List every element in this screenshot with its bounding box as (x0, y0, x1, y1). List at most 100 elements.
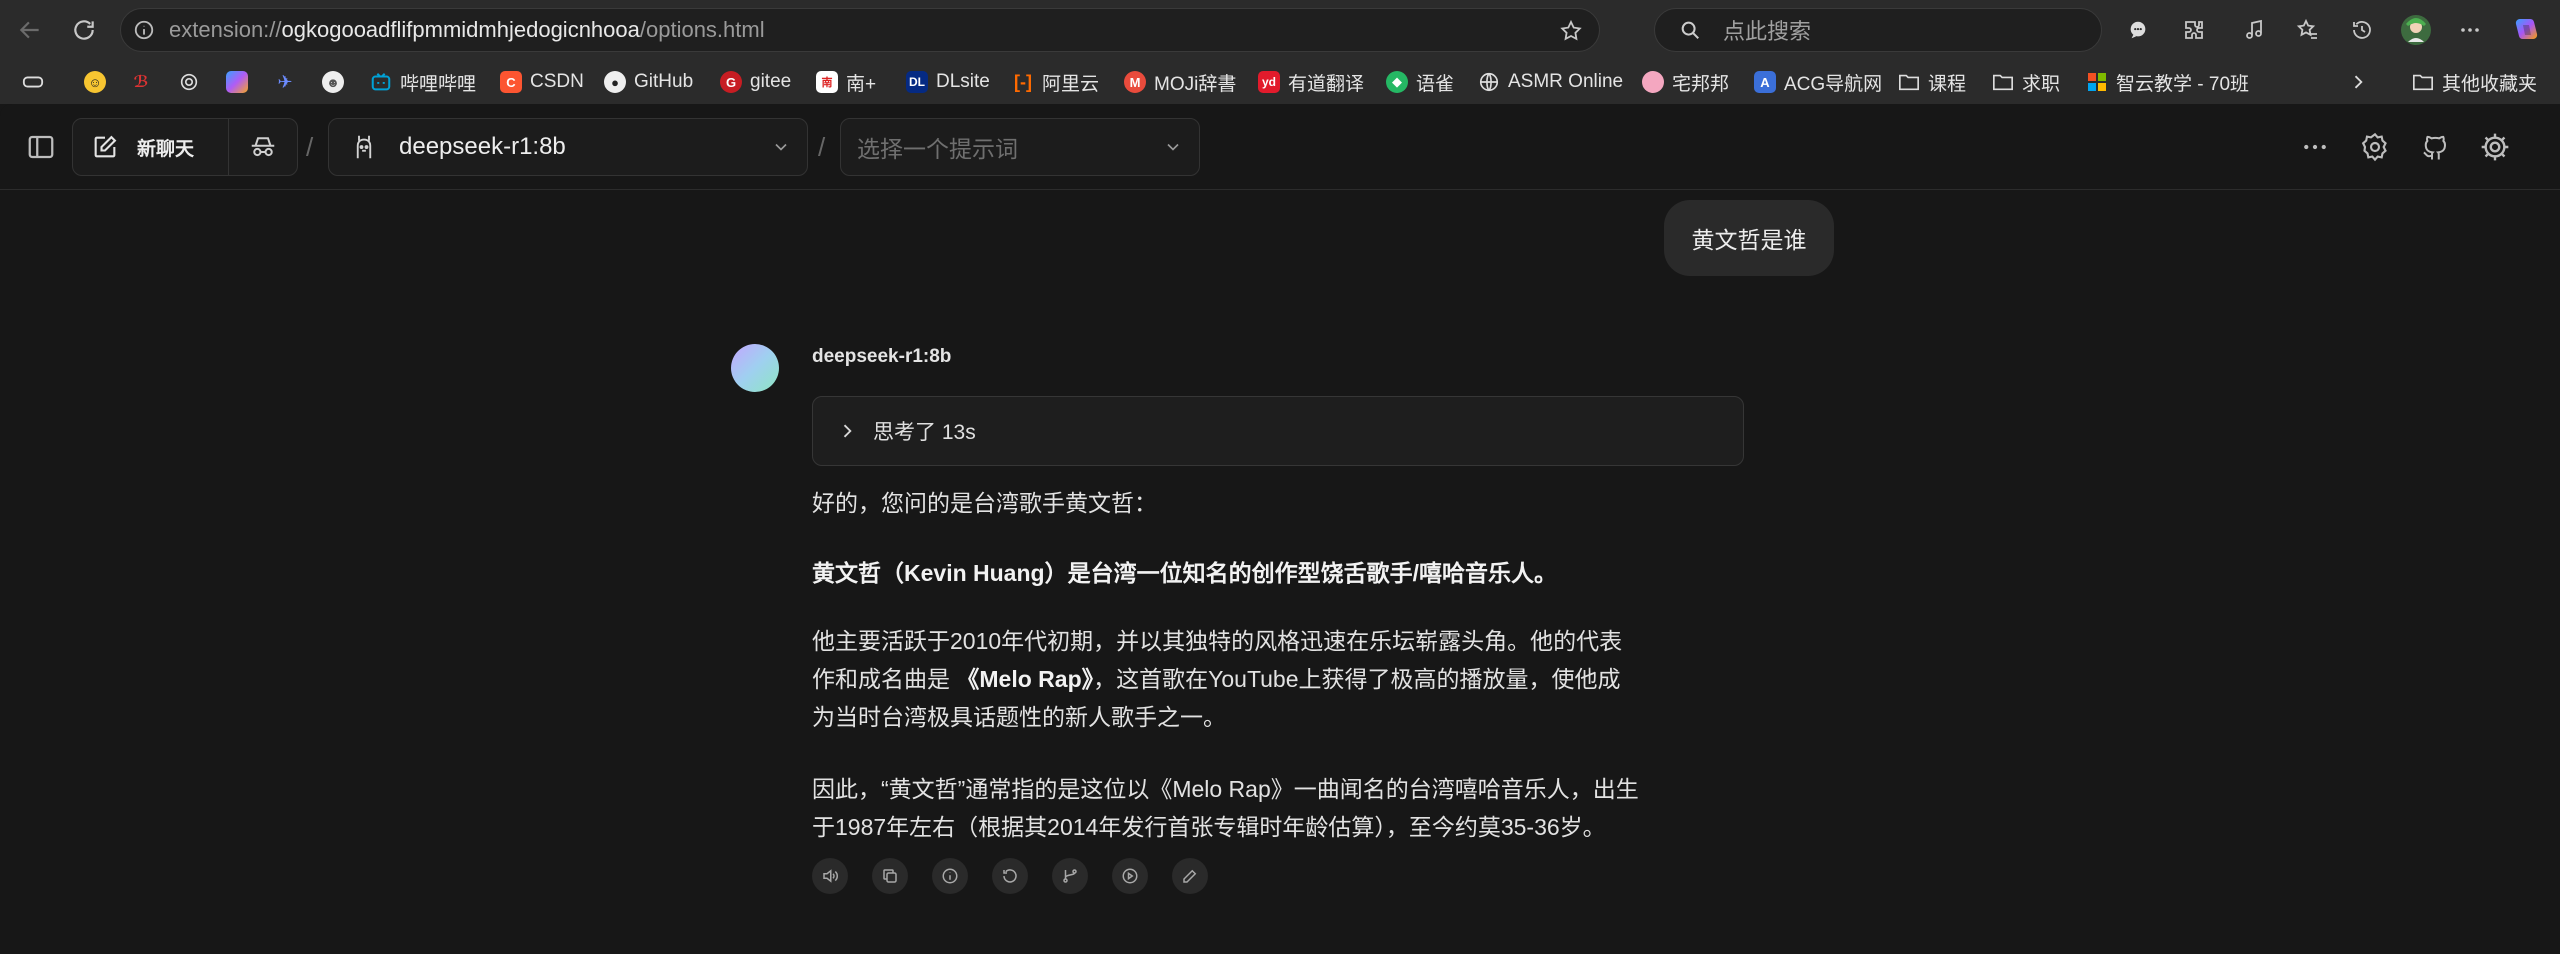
favorites-list-icon[interactable] (2286, 8, 2330, 52)
tab-group-icon (22, 71, 44, 93)
dlsite-icon: DL (906, 71, 928, 93)
history-icon[interactable] (2340, 8, 2384, 52)
answer-line: 为当时台湾极具话题性的新人歌手之一。 (812, 704, 1226, 730)
breadcrumb-separator: / (818, 132, 826, 162)
bookmark-moji[interactable]: M MOJi辞書 (1124, 68, 1236, 96)
bookmark-6[interactable]: ☻ (322, 68, 352, 96)
copilot-icon[interactable] (2504, 8, 2548, 52)
bookmark-dlsite[interactable]: DL DLsite (906, 68, 990, 96)
regenerate-icon[interactable] (992, 858, 1028, 894)
bookmarks-overflow-chevron-icon[interactable] (2348, 68, 2368, 96)
model-name: deepseek-r1:8b (399, 133, 566, 160)
edit-icon[interactable] (1172, 858, 1208, 894)
bird-icon: ✈ (277, 71, 293, 92)
acg-logo-icon: ℬ (133, 74, 149, 91)
answer-line: 作和成名曲是 《Melo Rap》，这首歌在YouTube上获得了极高的播放量，… (812, 666, 1621, 692)
github-icon[interactable] (2412, 124, 2458, 170)
bookmark-2[interactable]: ℬ (130, 68, 160, 96)
avatar-icon: ☻ (322, 71, 344, 93)
settings-cog-icon[interactable] (2352, 124, 2398, 170)
copilot-icon (226, 71, 248, 93)
thinking-label: 思考了 13s (873, 421, 976, 444)
llama-model-icon (349, 132, 379, 162)
thinking-toggle[interactable]: 思考了 13s (812, 396, 1744, 466)
bookmark-other-favorites[interactable]: 其他收藏夹 (2412, 68, 2537, 96)
back-icon[interactable] (8, 8, 52, 52)
bookmark-zhiyun[interactable]: 智云教学 - 70班 (2086, 68, 2249, 96)
answer-paragraph-3: 他主要活跃于2010年代初期，并以其独特的风格迅速在乐坛崭露头角。他的代表 作和… (812, 622, 1622, 736)
bookmark-folder-courses[interactable]: 课程 (1898, 68, 1966, 96)
bookmark-1[interactable]: ☺ (84, 68, 114, 96)
gitee-icon: G (720, 71, 742, 93)
user-message-text: 黄文哲是谁 (1691, 227, 1807, 253)
bot-name: deepseek-r1:8b (812, 346, 952, 367)
youdao-icon: yd (1258, 71, 1280, 93)
answer-bold-summary: 黄文哲（Kevin Huang）是台湾一位知名的创作型饶舌歌手/嘻哈音乐人。 (812, 560, 1557, 586)
prompt-placeholder: 选择一个提示词 (857, 136, 1018, 162)
bot-avatar (731, 344, 779, 392)
bookmark-south-plus[interactable]: 南南+ (816, 68, 876, 96)
address-bar[interactable]: extension://ogkogooadflifpmmidmhjedogicn… (120, 8, 1600, 52)
bookmark-csdn[interactable]: C CSDN (500, 68, 584, 96)
moji-icon: M (1124, 71, 1146, 93)
globe-icon (1478, 71, 1500, 93)
bookmark-gitee[interactable]: Ggitee (720, 68, 791, 96)
bookmark-folder-jobs[interactable]: 求职 (1992, 68, 2060, 96)
search-placeholder: 点此搜索 (1723, 19, 1812, 44)
more-options-icon[interactable] (2292, 124, 2338, 170)
browser-toolbar: extension://ogkogooadflifpmmidmhjedogicn… (0, 0, 2560, 60)
compose-icon (91, 133, 119, 161)
answer-line: 于1987年左右（根据其2014年发行首张专辑时年龄估算），至今约莫35-36岁… (812, 814, 1606, 840)
gear-icon[interactable] (2472, 124, 2518, 170)
answer-paragraph-2: 黄文哲（Kevin Huang）是台湾一位知名的创作型饶舌歌手/嘻哈音乐人。 (812, 554, 1557, 592)
folder-icon (1992, 71, 2014, 93)
copy-icon[interactable] (872, 858, 908, 894)
bookmark-5[interactable]: ✈ (274, 68, 304, 96)
south-plus-icon: 南 (816, 71, 838, 93)
bookmark-3[interactable] (178, 68, 208, 96)
reload-icon[interactable] (62, 8, 106, 52)
bookmark-4[interactable] (226, 68, 256, 96)
csdn-icon: C (500, 71, 522, 93)
user-message-bubble: 黄文哲是谁 (1664, 200, 1834, 276)
prompt-selector[interactable]: 选择一个提示词 (840, 118, 1200, 176)
bookmark-zhaibangbang[interactable]: 宅邦邦 (1642, 68, 1729, 96)
bookmark-yuque[interactable]: ◆ 语雀 (1386, 68, 1454, 96)
new-chat-label: 新聊天 (137, 138, 195, 160)
model-selector[interactable]: deepseek-r1:8b (328, 118, 808, 176)
extensions-puzzle-icon[interactable] (2172, 8, 2216, 52)
bookmark-tab-group[interactable] (22, 68, 52, 96)
aliyun-icon: [-] (1014, 71, 1032, 92)
search-icon (1679, 19, 1701, 41)
folder-icon (2412, 71, 2434, 93)
bookmark-asmr[interactable]: ASMR Online (1478, 68, 1623, 96)
bookmark-bilibili[interactable]: 哔哩哔哩 (370, 68, 476, 96)
site-info-icon[interactable] (133, 19, 155, 41)
chevron-down-icon (1163, 137, 1183, 157)
branch-icon[interactable] (1052, 858, 1088, 894)
incognito-icon[interactable] (229, 119, 297, 175)
openai-icon (178, 71, 200, 93)
play-icon[interactable] (1112, 858, 1148, 894)
acg-nav-icon: A (1754, 71, 1776, 93)
favorite-star-icon[interactable] (1549, 9, 1593, 53)
bookmark-acg-nav[interactable]: A ACG导航网 (1754, 68, 1882, 96)
bookmark-youdao[interactable]: yd 有道翻译 (1258, 68, 1364, 96)
breadcrumb-separator: / (306, 132, 314, 162)
new-chat-button[interactable]: 新聊天 (73, 119, 229, 175)
media-control-icon[interactable] (2232, 8, 2276, 52)
chevron-down-icon (771, 137, 791, 157)
new-chat-group: 新聊天 (72, 118, 298, 176)
info-icon[interactable] (932, 858, 968, 894)
sidebar-toggle-icon[interactable] (18, 124, 64, 170)
chat-extension-icon[interactable] (2116, 8, 2160, 52)
bookmark-aliyun[interactable]: [-] 阿里云 (1012, 68, 1099, 96)
more-menu-icon[interactable] (2448, 8, 2492, 52)
speaker-icon[interactable] (812, 858, 848, 894)
bookmark-github[interactable]: ● GitHub (604, 68, 693, 96)
answer-line: 他主要活跃于2010年代初期，并以其独特的风格迅速在乐坛崭露头角。他的代表 (812, 628, 1623, 654)
search-box[interactable]: 点此搜索 (1654, 8, 2102, 52)
profile-avatar[interactable] (2394, 8, 2438, 52)
folder-icon (1898, 71, 1920, 93)
answer-paragraph-1: 好的，您问的是台湾歌手黄文哲： (812, 490, 1157, 516)
